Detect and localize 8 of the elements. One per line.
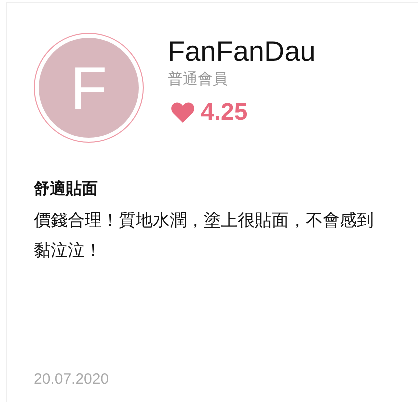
reviewer-name: FanFanDau (168, 36, 316, 68)
review-date: 20.07.2020 (34, 371, 110, 388)
avatar: F (34, 33, 144, 143)
review-title: 舒適貼面 (34, 179, 99, 200)
heart-icon (171, 102, 195, 123)
review-text: 價錢合理！質地水潤，塗上很貼面，不會感到黏泣泣！ (34, 210, 375, 263)
rating-value: 4.25 (201, 98, 248, 126)
membership-label: 普通會員 (168, 70, 229, 88)
